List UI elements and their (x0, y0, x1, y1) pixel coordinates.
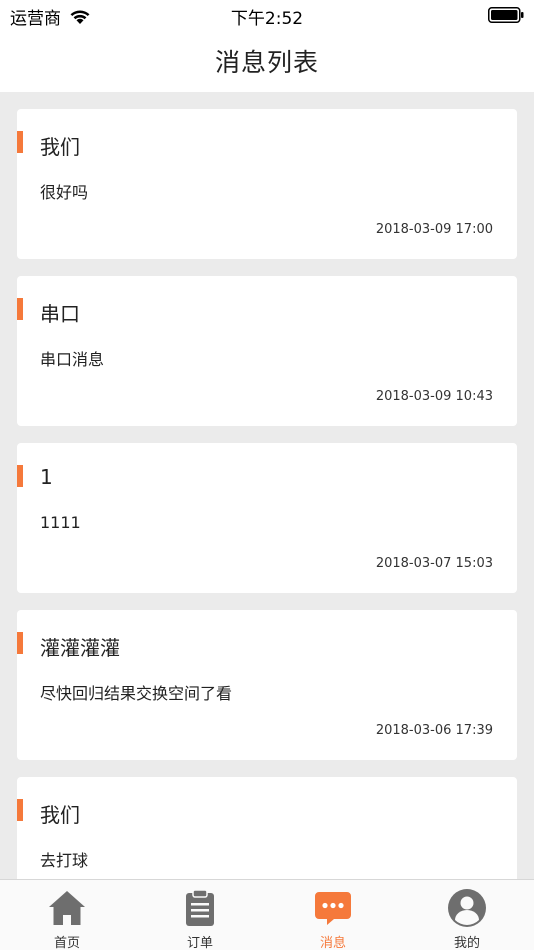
message-body: 去打球 (40, 851, 89, 870)
accent-bar (17, 799, 23, 821)
message-body: 1111 (40, 513, 81, 532)
message-body: 尽快回归结果交换空间了看 (40, 684, 233, 703)
message-time: 2018-03-06 17:39 (375, 723, 493, 738)
message-title: 1 (40, 465, 53, 489)
tab-profile[interactable]: 我的 (400, 880, 534, 950)
tab-home[interactable]: 首页 (0, 880, 134, 950)
home-icon (49, 891, 85, 925)
chat-bubble-icon (315, 892, 351, 925)
message-card[interactable]: 串口 串口消息 2018-03-09 10:43 (17, 276, 517, 426)
nav-bar: 消息列表 (0, 30, 534, 92)
message-time: 2018-03-09 17:00 (375, 222, 493, 237)
message-title: 灌灌灌灌 (40, 636, 120, 660)
tab-label: 订单 (186, 936, 213, 950)
tab-label: 我的 (453, 936, 480, 950)
clock: 下午2:52 (230, 9, 304, 29)
accent-bar (17, 131, 23, 153)
message-title: 我们 (40, 135, 80, 159)
message-title: 串口 (40, 302, 80, 326)
accent-bar (17, 465, 23, 487)
message-card[interactable]: 灌灌灌灌 尽快回归结果交换空间了看 2018-03-06 17:39 (17, 610, 517, 760)
status-bar: 运营商 下午2:52 (0, 0, 534, 30)
user-icon (448, 889, 486, 927)
message-body: 很好吗 (40, 183, 89, 202)
message-body: 串口消息 (40, 350, 105, 369)
accent-bar (17, 632, 23, 654)
message-time: 2018-03-09 10:43 (375, 389, 493, 404)
message-card[interactable]: 1 1111 2018-03-07 15:03 (17, 443, 517, 593)
clipboard-icon (186, 889, 214, 926)
message-time: 2018-03-07 15:03 (375, 556, 493, 571)
tab-label: 消息 (319, 936, 346, 950)
page-title: 消息列表 (214, 48, 319, 77)
tab-bar: 首页 订单 消息 我的 (0, 879, 534, 950)
battery-icon (488, 7, 524, 23)
message-card[interactable]: 我们 很好吗 2018-03-09 17:00 (17, 109, 517, 259)
accent-bar (17, 298, 23, 320)
tab-orders[interactable]: 订单 (133, 880, 267, 950)
message-title: 我们 (40, 803, 80, 827)
message-list[interactable]: 我们 很好吗 2018-03-09 17:00 串口 串口消息 2018-03-… (17, 109, 517, 944)
tab-label: 首页 (53, 936, 80, 950)
tab-messages[interactable]: 消息 (266, 880, 400, 950)
